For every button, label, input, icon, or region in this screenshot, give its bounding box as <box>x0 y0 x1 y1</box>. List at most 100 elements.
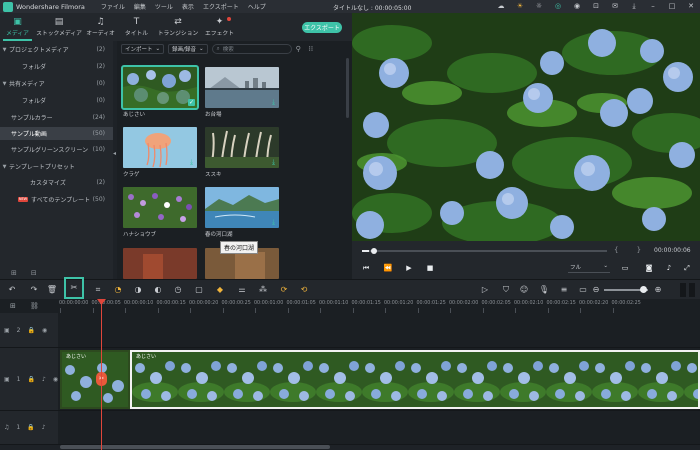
zoom-in-icon[interactable]: ⊕ <box>652 284 664 296</box>
timer-icon[interactable]: ◷ <box>172 284 184 296</box>
frame-back-icon[interactable]: ⏪ <box>383 263 393 273</box>
undo-icon[interactable]: ↶ <box>6 284 18 296</box>
tree-item-template-presets[interactable]: ▼ テンプレートプリセット <box>0 160 113 173</box>
media-thumb-partial-1[interactable] <box>123 248 197 279</box>
lock-icon[interactable]: 🔒 <box>28 327 35 334</box>
download-icon[interactable]: ⤓ <box>270 219 277 226</box>
browser-scrollbar[interactable] <box>346 58 349 118</box>
visibility-eye-icon[interactable]: ◉ <box>53 376 58 383</box>
speed-icon[interactable]: ◔ <box>112 284 124 296</box>
media-thumb-susuki[interactable]: ⤓ <box>205 127 279 168</box>
grid-view-icon[interactable]: ⁞⁞ <box>309 45 318 53</box>
maximize-icon[interactable]: □ <box>667 1 677 11</box>
menu-help[interactable]: ヘルプ <box>248 2 266 11</box>
bulb-icon[interactable]: ☼ <box>534 1 544 11</box>
media-thumb-ajisai[interactable]: ✓ <box>121 65 199 110</box>
cloud-icon[interactable]: ☁ <box>496 1 506 11</box>
download-icon[interactable]: ⤓ <box>270 159 277 166</box>
playhead[interactable] <box>101 302 102 450</box>
volume-icon[interactable]: ♪ <box>664 263 674 273</box>
marker-icon[interactable]: ⛉ <box>500 284 512 296</box>
media-thumb-kawaguchiko[interactable]: ⤓ <box>205 187 279 228</box>
lock-icon[interactable]: 🔒 <box>27 424 34 431</box>
record-dropdown[interactable]: 録画/録音 ⌄ <box>168 44 208 54</box>
video-clip[interactable]: あじさい <box>60 350 130 409</box>
download-icon[interactable]: ⤓ <box>629 1 639 11</box>
panel-toggle[interactable] <box>689 283 695 297</box>
menu-file[interactable]: ファイル <box>101 2 125 11</box>
keyframe-icon[interactable]: ◆ <box>214 284 226 296</box>
menu-edit[interactable]: 編集 <box>134 2 146 11</box>
tree-item-shared-media[interactable]: ▼ 共有メディア (0) <box>0 77 113 90</box>
redo-icon[interactable]: ↷ <box>28 284 40 296</box>
volume-icon[interactable]: ♪ <box>42 376 46 383</box>
tree-item-shared-folder[interactable]: フォルダ (0) <box>0 94 113 107</box>
zoom-slider-handle[interactable] <box>640 286 647 293</box>
tree-item-sample-colors[interactable]: サンプルカラー (24) <box>0 111 113 124</box>
tree-item-folder[interactable]: フォルダ (2) <box>0 60 113 73</box>
tab-effect[interactable]: ✦ エフェクト <box>202 13 237 41</box>
audio-adjust-icon[interactable]: ⚌ <box>236 284 248 296</box>
visibility-eye-icon[interactable]: ◉ <box>42 327 47 334</box>
tree-item-all-templates[interactable]: NEW すべてのテンプレート (50) <box>0 193 113 206</box>
cart-icon[interactable]: ⊡ <box>591 1 601 11</box>
link-icon[interactable]: ⛓ <box>30 302 39 310</box>
tab-stock-media[interactable]: ▤ ストックメディア <box>36 13 82 41</box>
menu-export[interactable]: エクスポート <box>203 2 239 11</box>
volume-icon[interactable]: ♪ <box>42 424 46 431</box>
ai-portrait-icon[interactable]: ☺ <box>518 284 530 296</box>
tree-item-sample-green-screen[interactable]: サンプルグリーンスクリーン (10) <box>0 143 113 156</box>
brightness-icon[interactable]: ☀ <box>515 1 525 11</box>
mask-icon[interactable]: ◐ <box>152 284 164 296</box>
mail-icon[interactable]: ✉ <box>610 1 620 11</box>
play-icon[interactable]: ▶ <box>404 263 414 273</box>
render-icon[interactable]: ▷ <box>479 284 491 296</box>
stop-icon[interactable]: ■ <box>425 263 435 273</box>
tab-title[interactable]: T タイトル <box>119 13 154 41</box>
menu-tools[interactable]: ツール <box>155 2 173 11</box>
monitor-icon[interactable]: ▭ <box>620 263 630 273</box>
tab-audio[interactable]: ♫ オーディオ <box>83 13 118 41</box>
panel-toggle[interactable] <box>680 283 686 297</box>
video-clip-selected[interactable]: あじさい <box>130 350 700 409</box>
timeline-ruler[interactable]: ⊞ ⛓ 00:00:00:00 00:00:00:05 00:00:00:10 00:… <box>0 299 700 313</box>
snapshot-icon[interactable]: ◙ <box>644 263 654 273</box>
new-folder-icon[interactable]: ⊞ <box>11 269 17 277</box>
tree-item-customize[interactable]: カスタマイズ (2) <box>0 176 113 189</box>
playback-scrubber[interactable] <box>362 250 607 252</box>
media-thumb-hanashoubu[interactable] <box>123 187 197 228</box>
freeze-frame-icon[interactable]: ▢ <box>193 284 205 296</box>
tab-media[interactable]: ▣ メディア <box>0 13 35 41</box>
color-icon[interactable]: ◑ <box>132 284 144 296</box>
minimize-icon[interactable]: – <box>648 1 658 11</box>
microphone-icon[interactable]: 🎙 <box>538 284 550 296</box>
tree-item-sample-video[interactable]: サンプル動画 (50) <box>0 127 113 140</box>
export-button[interactable]: エクスポート <box>302 22 342 33</box>
delete-icon[interactable]: 🗑 <box>46 284 58 296</box>
subtitle-icon[interactable]: ▭ <box>577 284 589 296</box>
split-scissors-icon[interactable]: ✂ <box>64 277 84 299</box>
search-input[interactable]: ⌕ 検索 <box>211 44 292 54</box>
menu-view[interactable]: 表示 <box>182 2 194 11</box>
zoom-out-icon[interactable]: ⊖ <box>590 284 602 296</box>
silence-detect-icon[interactable]: ⟲ <box>298 284 310 296</box>
close-icon[interactable]: ✕ <box>686 1 696 11</box>
download-icon[interactable]: ⤓ <box>270 99 277 106</box>
open-folder-icon[interactable]: ⊟ <box>31 269 37 277</box>
filter-icon[interactable]: ⚲ <box>296 45 305 53</box>
crop-icon[interactable]: ⌗ <box>92 284 104 296</box>
tab-transition[interactable]: ⇄ トランジション <box>155 13 201 41</box>
download-icon[interactable]: ⤓ <box>188 159 195 166</box>
quality-dropdown[interactable]: フル ⌄ <box>568 263 610 273</box>
media-thumb-kurage[interactable]: ⤓ <box>123 127 197 168</box>
motion-track-icon[interactable]: ⁂ <box>257 284 269 296</box>
headset-icon[interactable]: ◎ <box>553 1 563 11</box>
scrubber-handle[interactable] <box>371 248 377 254</box>
skip-back-icon[interactable]: ⏮ <box>361 263 371 273</box>
lock-icon[interactable]: 🔒 <box>28 376 35 383</box>
add-track-icon[interactable]: ⊞ <box>10 302 16 310</box>
tree-item-project-media[interactable]: ▼ プロジェクトメディア (2) <box>0 43 113 56</box>
import-dropdown[interactable]: インポート ⌄ <box>121 44 165 54</box>
account-icon[interactable]: ◉ <box>572 1 582 11</box>
voiceover-icon[interactable]: ≡ <box>558 284 570 296</box>
